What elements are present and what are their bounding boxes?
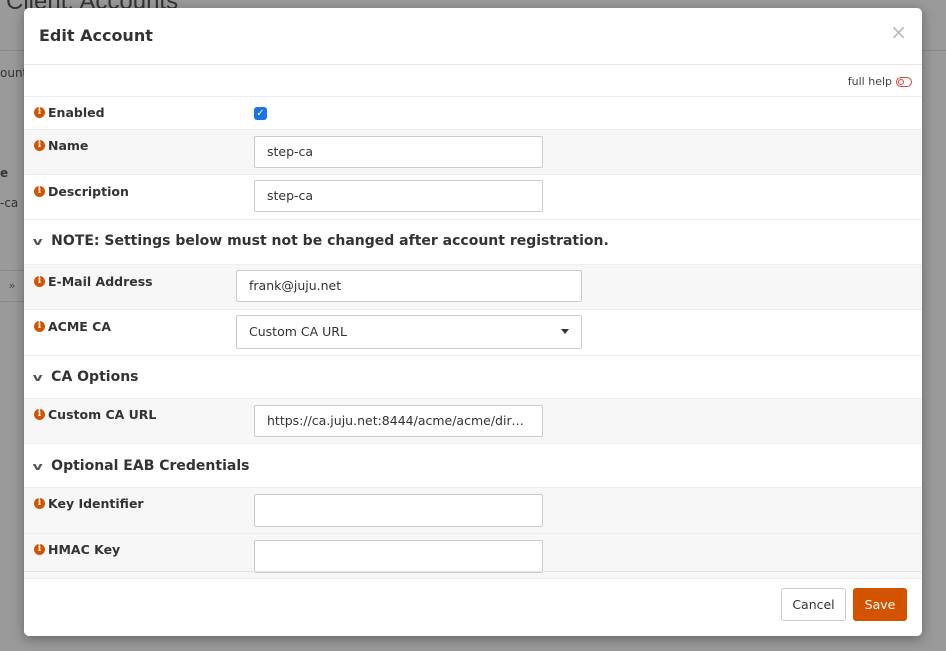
- description-input[interactable]: step-ca: [254, 180, 543, 212]
- enabled-checkbox[interactable]: ✓: [254, 107, 267, 120]
- eab-section-text: Optional EAB Credentials: [51, 458, 250, 474]
- name-row: i Name step-ca: [24, 130, 922, 175]
- info-icon[interactable]: i: [34, 140, 45, 151]
- key-identifier-input[interactable]: [254, 494, 543, 527]
- key-identifier-label-text: Key Identifier: [48, 496, 144, 511]
- acme-ca-select[interactable]: Custom CA URL: [236, 315, 582, 349]
- close-button[interactable]: ×: [890, 20, 907, 44]
- save-button[interactable]: Save: [853, 588, 907, 621]
- cancel-button[interactable]: Cancel: [781, 588, 846, 621]
- toggle-icon: [896, 76, 912, 87]
- caret-down-icon: [561, 329, 569, 334]
- full-help-label: full help: [847, 75, 892, 88]
- modal-title: Edit Account: [39, 26, 153, 45]
- help-row: full help: [24, 65, 922, 97]
- key-identifier-row: i Key Identifier: [24, 488, 922, 534]
- name-label-text: Name: [48, 138, 89, 153]
- hmac-key-input[interactable]: [254, 540, 543, 573]
- info-icon[interactable]: i: [34, 186, 45, 197]
- description-label: i Description: [34, 184, 129, 199]
- edit-account-modal: Edit Account × full help i Enabled ✓ i N…: [24, 8, 922, 636]
- email-label-text: E-Mail Address: [48, 274, 153, 289]
- email-row: i E-Mail Address frank@juju.net: [24, 265, 922, 310]
- background-pager: »: [0, 270, 24, 302]
- chevron-down-icon: v: [32, 370, 43, 384]
- ca-options-section-text: CA Options: [51, 369, 139, 385]
- eab-section-title: v Optional EAB Credentials: [32, 458, 250, 474]
- name-input[interactable]: step-ca: [254, 136, 543, 168]
- key-identifier-label: i Key Identifier: [34, 496, 144, 511]
- chevron-down-icon: v: [32, 459, 43, 473]
- eab-section-header[interactable]: v Optional EAB Credentials: [24, 444, 922, 488]
- background-column-header: e: [0, 166, 9, 180]
- hmac-key-label: i HMAC Key: [34, 542, 120, 557]
- acme-ca-row: i ACME CA Custom CA URL: [24, 310, 922, 356]
- note-section-text: NOTE: Settings below must not be changed…: [51, 233, 609, 249]
- background-table-row: -ca: [0, 196, 19, 210]
- info-icon[interactable]: i: [34, 321, 45, 332]
- custom-ca-url-label-text: Custom CA URL: [48, 407, 157, 422]
- description-label-text: Description: [48, 184, 129, 199]
- full-help-toggle[interactable]: full help: [848, 75, 912, 88]
- email-input[interactable]: frank@juju.net: [236, 270, 582, 302]
- name-label: i Name: [34, 138, 88, 153]
- enabled-row: i Enabled ✓: [24, 97, 922, 130]
- acme-ca-label: i ACME CA: [34, 319, 111, 334]
- info-icon[interactable]: i: [34, 276, 45, 287]
- info-icon[interactable]: i: [34, 498, 45, 509]
- email-label: i E-Mail Address: [34, 274, 153, 289]
- description-row: i Description step-ca: [24, 175, 922, 220]
- info-icon[interactable]: i: [34, 544, 45, 555]
- hmac-key-label-text: HMAC Key: [48, 542, 121, 557]
- modal-header: Edit Account ×: [24, 8, 922, 65]
- custom-ca-url-label: i Custom CA URL: [34, 407, 156, 422]
- info-icon[interactable]: i: [34, 107, 45, 118]
- custom-ca-url-row: i Custom CA URL https://ca.juju.net:8444…: [24, 399, 922, 444]
- info-icon[interactable]: i: [34, 409, 45, 420]
- chevron-down-icon: v: [32, 234, 43, 248]
- note-section-title: v NOTE: Settings below must not be chang…: [32, 233, 609, 249]
- note-section-header[interactable]: v NOTE: Settings below must not be chang…: [24, 220, 922, 265]
- enabled-label: i Enabled: [34, 105, 105, 120]
- enabled-label-text: Enabled: [48, 105, 105, 120]
- custom-ca-url-input[interactable]: https://ca.juju.net:8444/acme/acme/direc…: [254, 405, 543, 437]
- ca-options-section-title: v CA Options: [32, 369, 139, 385]
- ca-options-section-header[interactable]: v CA Options: [24, 356, 922, 399]
- modal-footer: Cancel Save: [24, 571, 922, 636]
- acme-ca-selected-value: Custom CA URL: [249, 324, 347, 339]
- acme-ca-label-text: ACME CA: [48, 319, 112, 334]
